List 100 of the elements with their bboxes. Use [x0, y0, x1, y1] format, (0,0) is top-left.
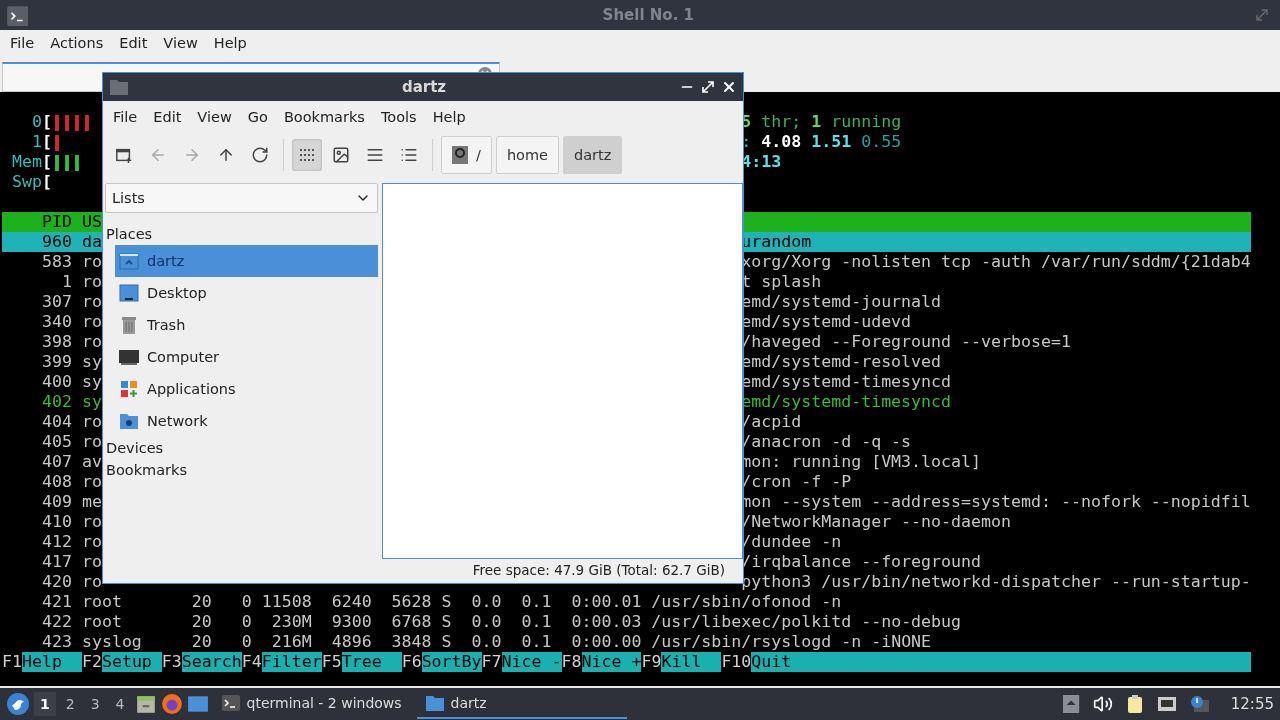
function-key: F2 — [81, 652, 102, 672]
status-text: Free space: 47.9 GiB (Total: 62.7 GiB) — [471, 561, 726, 580]
path-button[interactable]: / — [441, 136, 492, 174]
meter-text: 1 — [811, 112, 822, 131]
place-item[interactable]: Network — [115, 405, 378, 437]
meter-bars-text: | — [51, 132, 62, 151]
function-key-label[interactable]: Filter — [261, 652, 322, 672]
grid-icon — [299, 147, 315, 163]
menu-item[interactable]: Edit — [145, 109, 190, 125]
function-key-label[interactable]: Tree — [341, 652, 402, 672]
clock: 12:55 — [1230, 695, 1274, 713]
process-command: /cron -f -P — [741, 472, 852, 492]
menu-item[interactable]: Actions — [42, 35, 112, 51]
desktop-icon — [119, 283, 139, 303]
meter-text: 4.08 — [760, 132, 803, 151]
menu-item[interactable]: Bookmarks — [275, 109, 373, 125]
place-item[interactable]: Trash — [115, 309, 378, 341]
function-key: F4 — [241, 652, 262, 672]
function-key: F7 — [481, 652, 502, 672]
place-item[interactable]: Desktop — [115, 277, 378, 309]
function-key-label[interactable]: Setup — [101, 652, 162, 672]
forward-icon — [183, 146, 201, 164]
lines-icon — [366, 146, 384, 164]
home-folder-icon — [119, 251, 139, 271]
section-header[interactable]: Devices — [105, 437, 378, 459]
function-key: F5 — [321, 652, 342, 672]
process-row-text: 407 av — [40, 452, 102, 471]
path-button[interactable]: home — [495, 136, 559, 174]
volume-icon[interactable] — [1092, 694, 1113, 714]
process-row-text: 420 ro — [40, 572, 102, 591]
meter-label: 1 — [30, 132, 42, 151]
reload-icon — [251, 146, 269, 164]
process-row-text: 307 ro — [40, 292, 102, 311]
function-key: F6 — [401, 652, 422, 672]
function-key-label[interactable]: Nice - — [501, 652, 562, 672]
process-command: /acpid — [741, 412, 802, 432]
menu-item[interactable]: Help — [424, 109, 474, 125]
process-row-text: 340 ro — [40, 312, 102, 331]
menu-item[interactable]: Go — [239, 109, 276, 125]
meter-bracket-text: [ — [41, 132, 52, 151]
function-key-label[interactable]: Quit — [751, 652, 1251, 672]
meter-bracket-text: [ — [41, 112, 52, 131]
meter-text: thr; — [760, 112, 803, 131]
place-item[interactable]: Computer — [115, 341, 378, 373]
menu-item[interactable]: File — [2, 35, 43, 51]
meter-text: 1.51 — [811, 132, 852, 151]
process-row-text: 960 da — [40, 232, 102, 251]
process-command: emd/systemd-journald — [741, 292, 942, 312]
function-key-label[interactable]: Kill — [661, 652, 722, 672]
path-button[interactable]: dartz — [563, 136, 623, 174]
function-key-label[interactable]: Nice + — [581, 652, 642, 672]
terminal-icon — [220, 693, 241, 713]
restore-icon — [1254, 7, 1270, 23]
terminal-icon — [6, 4, 28, 26]
process-command: /dundee -n — [741, 532, 842, 552]
drive-icon — [452, 145, 468, 165]
place-item[interactable]: dartz — [115, 245, 378, 277]
workspace-button[interactable]: 4 — [109, 692, 131, 716]
workspace-button[interactable]: 1 — [34, 692, 56, 716]
meter-bars-text: ||| — [51, 152, 82, 171]
image-icon — [332, 146, 350, 164]
process-command: /haveged --Foreground --verbose=1 — [741, 332, 1071, 352]
section-header[interactable]: Places — [105, 223, 378, 245]
view-button[interactable] — [292, 139, 322, 171]
process-command: urandom — [741, 232, 812, 252]
process-row-text: 417 ro — [40, 552, 102, 571]
network-port-icon — [1156, 694, 1177, 714]
task-button[interactable]: dartz — [416, 689, 627, 719]
process-row-text: 409 me — [40, 492, 102, 511]
browser-icon — [160, 693, 183, 715]
section-header[interactable]: Bookmarks — [105, 459, 378, 481]
new-tab-icon — [115, 146, 133, 164]
file-cabinet-icon — [134, 693, 157, 715]
menu-item[interactable]: View — [155, 35, 206, 51]
task-button[interactable]: qterminal - 2 windows — [212, 689, 413, 719]
function-key-label[interactable]: Help — [22, 652, 82, 672]
process-row-text: 412 ro — [40, 532, 102, 551]
side-pane-dropdown[interactable]: Lists — [105, 183, 378, 213]
workspace-button[interactable]: 2 — [59, 692, 81, 716]
menu-item[interactable]: View — [189, 109, 240, 125]
menu-item[interactable]: Tools — [372, 109, 425, 125]
folder-icon — [424, 693, 445, 713]
menu-item[interactable]: Edit — [111, 35, 156, 51]
process-command: /NetworkManager --no-daemon — [741, 512, 1011, 532]
window-title: Shell No. 1 — [602, 6, 694, 24]
menu-item[interactable]: Help — [205, 35, 255, 51]
function-key: F3 — [161, 652, 182, 672]
place-item[interactable]: Applications — [115, 373, 378, 405]
menu-item[interactable]: File — [105, 109, 146, 125]
function-key-label[interactable]: SortBy — [421, 652, 482, 672]
workspace-button[interactable]: 3 — [84, 692, 106, 716]
process-row-text: 408 ro — [40, 472, 102, 491]
process-row-text: 405 ro — [40, 432, 102, 451]
process-row-text: 402 sy — [40, 392, 102, 411]
function-key-label[interactable]: Search — [181, 652, 242, 672]
close-icon[interactable] — [721, 79, 737, 95]
back-icon — [149, 146, 167, 164]
applications-icon — [119, 379, 139, 399]
process-row-text: 398 ro — [40, 332, 102, 351]
meter-label: Mem — [11, 152, 42, 171]
